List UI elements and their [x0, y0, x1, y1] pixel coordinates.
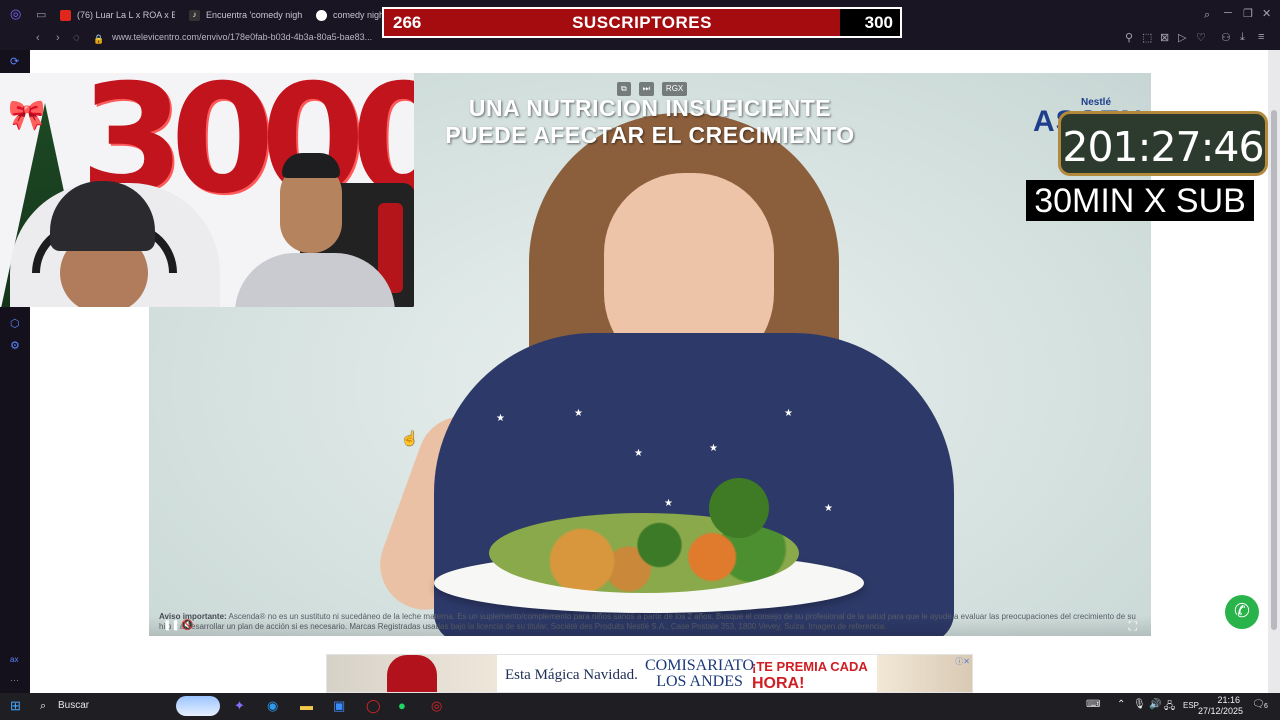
ad-model-image	[387, 655, 437, 692]
shirt-star: ★	[664, 498, 673, 509]
timer-promo-text: 30MIN X SUB	[1034, 182, 1246, 220]
shirt-star: ★	[574, 408, 583, 419]
aria-icon[interactable]: ⬡	[10, 317, 20, 330]
taskbar-clock[interactable]: 21:16 27/12/2025	[1198, 695, 1244, 717]
tab-label: comedy nigh	[333, 10, 385, 20]
snapshot-icon[interactable]: ⬚	[1142, 31, 1152, 44]
store-icon[interactable]: ▣	[333, 698, 345, 714]
pin-icon[interactable]: ⚲	[1125, 31, 1133, 44]
menu-icon[interactable]: ≡	[1258, 31, 1264, 43]
lock-icon: 🔒	[93, 34, 105, 44]
ad-brand: COMISARIATO LOS ANDES	[645, 658, 754, 690]
scrollbar-thumb[interactable]	[1271, 110, 1277, 630]
network-icon[interactable]: 🖧	[1164, 699, 1175, 716]
popout-icon[interactable]: ⧉	[617, 82, 631, 96]
copilot-icon[interactable]: ✦	[234, 698, 245, 714]
tab-label: (76) Luar La L x ROA x Ble	[77, 10, 175, 20]
settings-icon[interactable]: ⚙	[10, 339, 20, 352]
bow-icon: 🎀	[8, 99, 46, 132]
whatsapp-button[interactable]: ✆	[1225, 595, 1259, 629]
google-icon	[316, 9, 327, 21]
adblock-icon[interactable]: ⊠	[1160, 31, 1169, 44]
bookmark-heart-icon[interactable]: ♡	[1196, 31, 1206, 44]
tab-label: Encuentra 'comedy nigh	[206, 10, 303, 20]
file-explorer-icon[interactable]: ▬	[300, 698, 313, 713]
skip-icon[interactable]: ⏭	[638, 82, 654, 96]
subscriber-goal: 300	[864, 13, 893, 32]
streamer-2-hair	[282, 153, 340, 178]
tab-youtube[interactable]: (76) Luar La L x ROA x Ble	[60, 6, 175, 24]
subscriber-label: SUSCRIPTORES	[572, 13, 712, 32]
edge-icon[interactable]: ◉	[267, 698, 278, 714]
windows-start-icon[interactable]: ⊞	[10, 698, 21, 714]
ad-brand-line-1: COMISARIATO	[645, 657, 755, 674]
forward-icon[interactable]: ›	[56, 32, 60, 44]
shirt-star: ★	[709, 443, 718, 454]
tab-google[interactable]: comedy nigh	[316, 6, 386, 24]
loading-icon[interactable]: ◌	[73, 32, 80, 44]
hand-cursor-icon: ☝	[401, 430, 419, 446]
tray-chevron-icon[interactable]: ⌃	[1117, 699, 1125, 710]
fullscreen-icon[interactable]: ⛶	[1129, 619, 1137, 634]
clock-time: 21:16	[1217, 695, 1240, 705]
video-control-bar: ❚❚ 🔇 ⛶	[149, 616, 1151, 636]
subscriber-goal-bar: 266 SUSCRIPTORES 300	[382, 7, 902, 38]
ad-promo-line-2: HORA!	[752, 675, 805, 692]
rgx-badge[interactable]: RGX	[661, 82, 688, 96]
subathon-timer: 201:27:46	[1058, 111, 1268, 176]
download-icon[interactable]: ⤓	[1240, 31, 1245, 44]
profile-icon[interactable]: ⚇	[1221, 31, 1231, 44]
search-tabs-icon[interactable]: ⌕	[1204, 9, 1210, 22]
clock-date: 27/12/2025	[1198, 706, 1244, 716]
shirt-star: ★	[634, 448, 643, 459]
notification-icon[interactable]: 🗨	[1252, 699, 1265, 710]
tiktok-icon: ♪	[189, 9, 200, 21]
minimize-icon[interactable]: ─	[1224, 7, 1232, 19]
opera-gx-icon[interactable]: ◎	[431, 698, 442, 714]
timer-value: 201:27:46	[1062, 123, 1264, 171]
shirt-star: ★	[784, 408, 793, 419]
pause-icon[interactable]: ❚❚	[163, 620, 180, 631]
taskbar-search-input[interactable]: Buscar	[58, 700, 89, 711]
windows-taskbar: ⊞ ⌕ Buscar ✦ ◉ ▬ ▣ ◯ ● ◎ ⌨ ⌃ 🎙 🔊 🖧 ESP 2…	[0, 693, 1280, 720]
youtube-icon	[60, 9, 71, 21]
ad-banner[interactable]: Esta Mágica Navidad. COMISARIATO LOS AND…	[326, 654, 973, 693]
microphone-icon[interactable]: 🎙	[1133, 699, 1146, 710]
spotify-icon[interactable]: ●	[398, 698, 406, 713]
opera-taskbar-icon[interactable]: ◯	[366, 698, 381, 714]
tab-workspaces-icon[interactable]: ▭	[36, 8, 46, 21]
ad-headline: Esta Mágica Navidad.	[505, 667, 638, 683]
video-top-controls: ⧉ ⏭ RGX	[617, 82, 688, 96]
keyboard-icon[interactable]: ⌨	[1086, 699, 1100, 710]
volume-icon[interactable]: 🔊	[1149, 699, 1161, 710]
timer-promo: 30MIN X SUB	[1026, 180, 1254, 221]
search-highlight-image[interactable]	[176, 696, 220, 716]
reload-sidebar-icon[interactable]: ⟳	[10, 55, 19, 68]
language-indicator[interactable]: ESP	[1183, 701, 1199, 710]
shirt-star: ★	[824, 503, 833, 514]
ad-promo-line-1: ¡TE PREMIA CADA	[752, 659, 868, 674]
url-text[interactable]: www.televicentro.com/envivo/178e0fab-b03…	[112, 32, 372, 42]
webcam-overlay: 🎀 3000	[0, 73, 414, 307]
whatsapp-icon: ✆	[1234, 601, 1250, 622]
mute-icon[interactable]: 🔇	[181, 620, 193, 631]
search-icon[interactable]: ⌕	[40, 700, 46, 713]
player-icon[interactable]: ▷	[1178, 31, 1186, 44]
notification-count: 6	[1264, 703, 1268, 710]
ad-brand-line-2: LOS ANDES	[656, 673, 743, 690]
shirt-star: ★	[496, 413, 505, 424]
maximize-icon[interactable]: ❐	[1243, 7, 1253, 20]
close-icon[interactable]: ✕	[1262, 7, 1271, 20]
back-icon[interactable]: ‹	[36, 32, 40, 44]
video-frame-broccoli	[709, 478, 769, 538]
ad-close-icon[interactable]: ⓘ✕	[955, 656, 970, 667]
opera-logo-icon[interactable]: ◎	[10, 6, 21, 22]
tab-tiktok[interactable]: ♪ Encuentra 'comedy nigh	[189, 6, 304, 24]
more-icon[interactable]: ⋯	[10, 675, 19, 686]
ai-icon[interactable]: ax	[10, 655, 18, 664]
